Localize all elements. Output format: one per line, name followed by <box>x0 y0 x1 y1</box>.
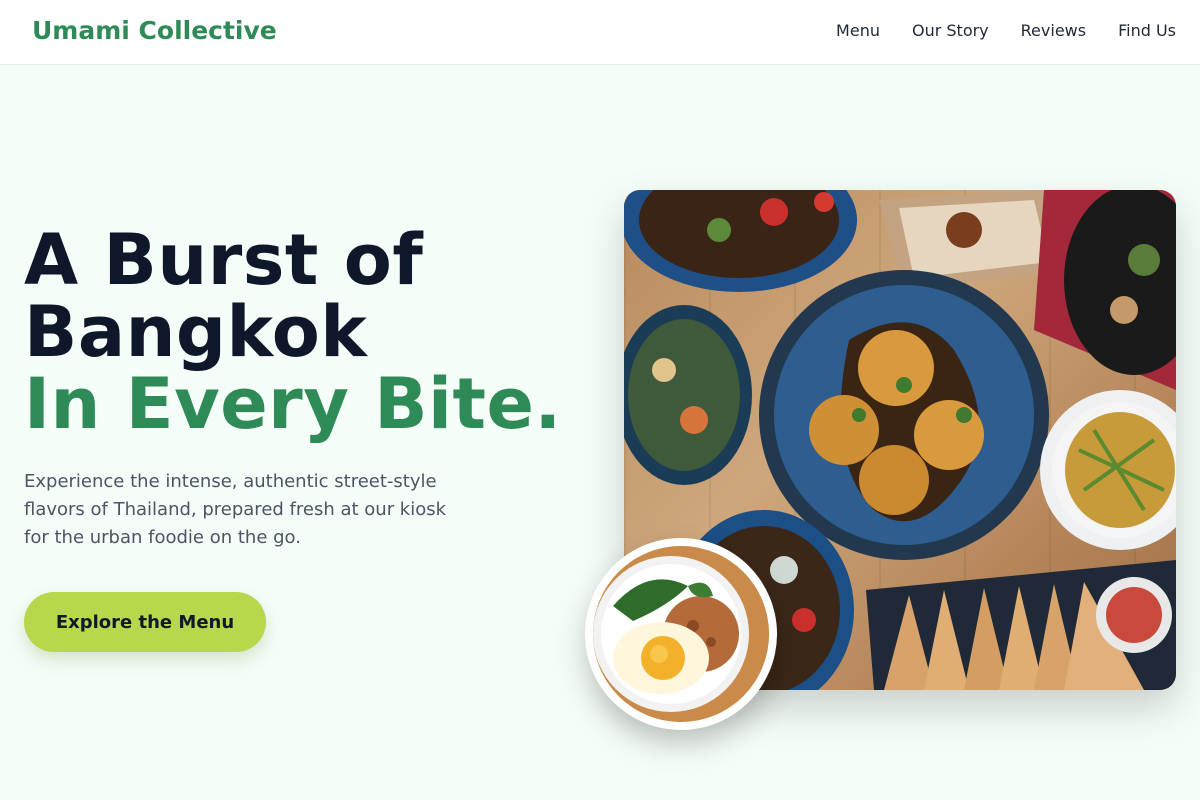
nav-link-our-story[interactable]: Our Story <box>912 21 989 40</box>
nav-link-reviews[interactable]: Reviews <box>1021 21 1086 40</box>
nav-link-menu[interactable]: Menu <box>836 21 880 40</box>
hero-title: A Burst of Bangkok In Every Bite. <box>24 224 562 440</box>
hero-title-line-1: A Burst of <box>24 219 424 301</box>
hero-title-accent: In Every Bite. <box>24 363 562 445</box>
explore-menu-button[interactable]: Explore the Menu <box>24 592 266 652</box>
nav-links: Menu Our Story Reviews Find Us <box>836 21 1176 40</box>
fried-egg-dish-illustration <box>593 546 769 722</box>
hero-title-line-2: Bangkok <box>24 291 368 373</box>
nav-link-find-us[interactable]: Find Us <box>1118 21 1176 40</box>
hero-description: Experience the intense, authentic street… <box>24 471 447 548</box>
top-navbar: Umami Collective Menu Our Story Reviews … <box>0 0 1200 65</box>
brand-logo[interactable]: Umami Collective <box>32 16 277 45</box>
featured-dish-image <box>593 546 769 722</box>
featured-dish-thumbnail <box>585 538 777 730</box>
